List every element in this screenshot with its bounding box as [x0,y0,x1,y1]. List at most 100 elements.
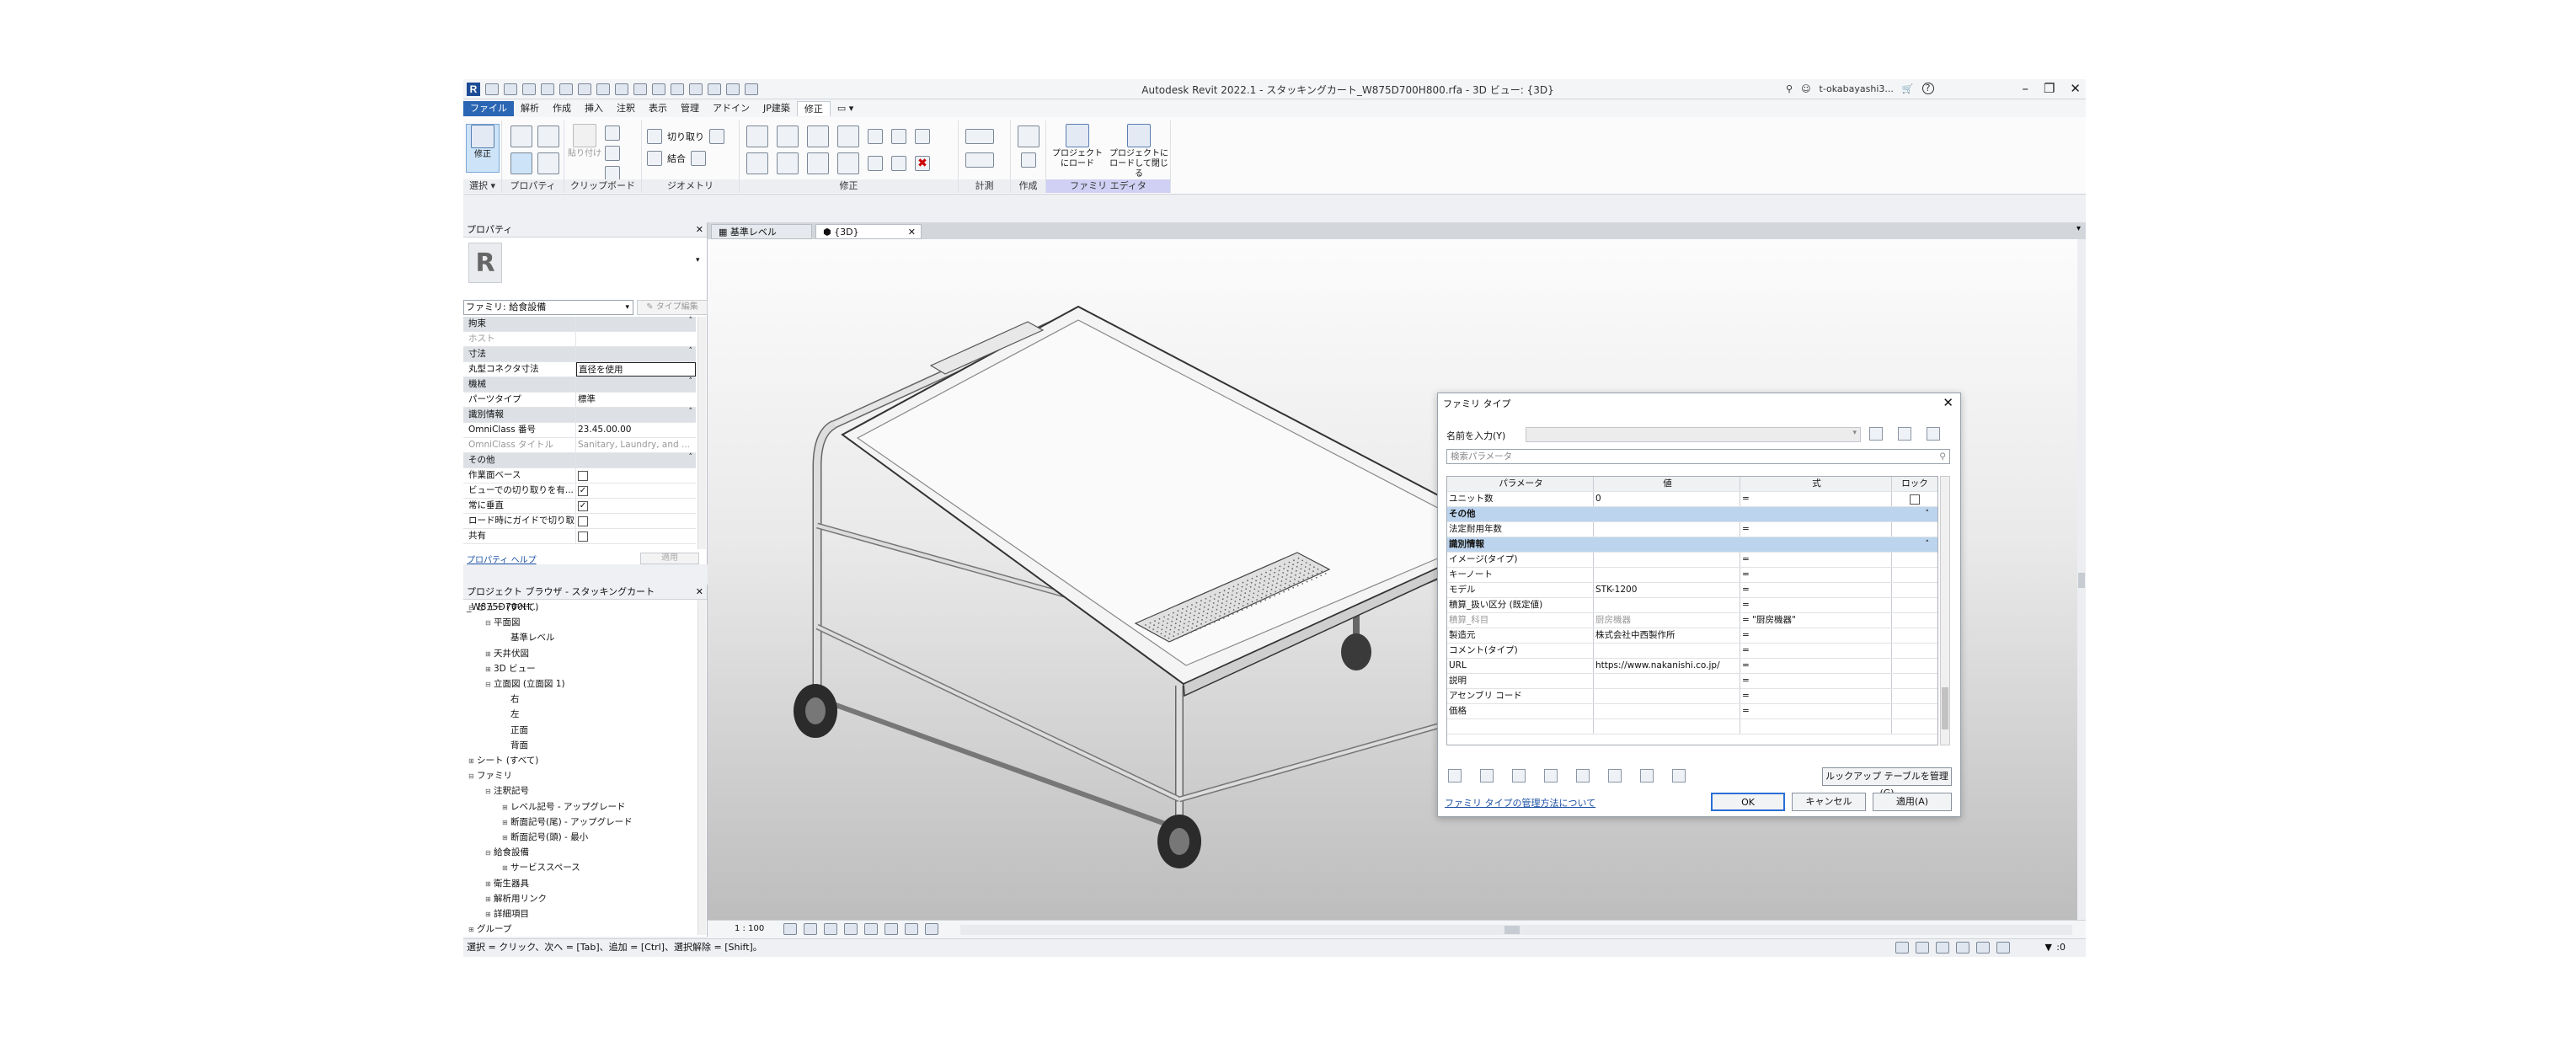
panel-label-select[interactable]: 選択 ▾ [463,179,501,193]
parameter-lock[interactable] [1892,644,1937,658]
search-icon[interactable]: ⚲ [1786,83,1793,94]
delete-icon[interactable]: ✖ [915,156,930,171]
parameter-lock[interactable] [1892,719,1937,734]
expand-icon[interactable]: ⊞ [468,754,477,769]
load-and-close-button[interactable]: プロジェクトにロードして閉じる [1109,124,1169,179]
collapse-icon[interactable]: ⊟ [468,601,477,616]
browser-node[interactable]: 正面 [502,723,528,738]
tab-analyze[interactable]: 解析 [514,101,546,116]
parameter-formula[interactable]: = [1740,522,1892,537]
measure-icon[interactable] [615,83,628,95]
align-icon[interactable] [746,126,768,147]
tab-insert[interactable]: 挿入 [578,101,610,116]
select-by-face-icon[interactable] [1956,942,1969,954]
browser-node[interactable]: ⊞ グループ [468,921,511,937]
parameter-row[interactable]: 積算_科目 厨房機器 = "厨房機器" [1447,613,1937,628]
property-section[interactable]: 機械 ˄ [463,377,696,393]
reveal-hidden-icon[interactable] [925,923,938,935]
parameter-group-row[interactable]: その他 ˄ [1447,507,1937,522]
collapse-section-icon[interactable]: ˄ [689,408,697,422]
property-value[interactable]: 23.45.00.00 [576,423,696,437]
join-geometry-row[interactable]: 結合 [647,151,706,166]
modify-button[interactable]: 修正 [466,124,500,173]
copy-parameter-icon[interactable] [1544,769,1558,783]
properties-help-link[interactable]: プロパティ ヘルプ [467,553,537,565]
browser-scrollbar[interactable] [697,600,706,935]
parameter-value[interactable] [1594,704,1740,718]
unpin-icon[interactable] [915,129,930,144]
cut-geometry-row[interactable]: 切り取り [647,129,724,144]
view-tab-close-icon[interactable]: ✕ [908,225,916,240]
edit-type-button[interactable]: ✎ タイプ編集 [637,300,708,315]
collapse-icon[interactable]: ⊟ [485,846,494,861]
parameter-lock[interactable] [1892,628,1937,643]
parameter-row[interactable]: 説明 = [1447,674,1937,689]
browser-node[interactable]: ⊟ ファミリ [468,768,512,783]
tabs-dropdown-icon[interactable]: ▾ [2076,224,2081,233]
parameter-value[interactable]: 0 [1594,492,1740,506]
home-icon[interactable] [485,83,499,95]
sun-path-icon[interactable] [824,923,837,935]
manage-lookup-tables-button[interactable]: ルックアップ テーブルを管理(G) [1822,767,1952,799]
cancel-button[interactable]: キャンセル [1792,793,1866,811]
delete-parameter-icon[interactable] [1512,769,1526,783]
type-name-combo[interactable]: ▾ [1526,427,1861,442]
parameter-lock[interactable] [1892,522,1937,537]
parameter-formula[interactable] [1740,719,1892,734]
family-types-icon[interactable] [537,152,559,174]
parameter-value[interactable] [1594,644,1740,658]
parameter-formula[interactable]: = [1740,644,1892,658]
parameter-row[interactable]: キーノート = [1447,568,1937,583]
browser-node[interactable]: 基準レベル [502,630,555,645]
parameter-lock[interactable] [1892,583,1937,597]
browser-close-icon[interactable]: ✕ [696,585,703,600]
expand-icon[interactable]: ⊞ [502,815,510,831]
tab-addins[interactable]: アドイン [706,101,756,116]
new-parameter-icon[interactable] [1480,769,1494,783]
print-icon[interactable] [596,83,610,95]
copy-icon[interactable] [605,126,620,141]
browser-node[interactable]: ⊟ 注釈記号 [485,783,529,799]
expand-icon[interactable]: ⊞ [485,877,494,892]
3d-view-icon[interactable] [671,83,684,95]
array-icon[interactable] [868,156,883,171]
create-similar-icon[interactable] [1018,126,1039,147]
expand-icon[interactable]: ⊞ [485,907,494,922]
properties-scrollbar[interactable] [697,317,706,549]
properties-close-icon[interactable]: ✕ [696,222,703,238]
parameter-grid-scrollbar[interactable] [1940,476,1950,745]
parameter-row[interactable]: 積算_扱い区分 (既定値) = [1447,598,1937,613]
parameter-formula[interactable]: = "厨房機器" [1740,613,1892,628]
parameter-row[interactable]: アセンブリ コード = [1447,689,1937,704]
sort-descending-icon[interactable] [1672,769,1686,783]
viewport-scroll-thumb[interactable] [2078,573,2085,588]
expand-icon[interactable]: ⊞ [485,662,494,677]
parameter-row[interactable]: URL https://www.nakanishi.co.jp/= [1447,659,1937,674]
section-icon[interactable] [689,83,703,95]
grid-header-cell[interactable]: パラメータ [1447,477,1594,491]
tab-view[interactable]: 表示 [642,101,674,116]
browser-node[interactable]: ⊞ レベル記号 - アップグレード [502,799,625,815]
undo-icon[interactable] [559,83,573,95]
property-value[interactable] [576,332,696,346]
copy-element-icon[interactable] [777,152,799,174]
family-category-icon[interactable] [537,126,559,147]
collapse-icon[interactable]: ⊟ [485,784,494,799]
browser-node[interactable]: ⊞ 断面記号(頭) - 最小 [502,830,588,845]
geometry-extra-icon[interactable] [709,129,724,144]
text-icon[interactable] [652,83,665,95]
parameter-row[interactable]: ユニット数 0 = [1447,492,1937,507]
collapse-section-icon[interactable]: ˄ [689,317,697,331]
parameter-formula[interactable]: = [1740,583,1892,597]
collapse-group-icon[interactable]: ˄ [1926,507,1938,521]
user-icon[interactable]: ☺ [1801,83,1810,94]
parameter-value[interactable]: 株式会社中西製作所 [1594,628,1740,643]
browser-node[interactable]: ⊞ 解析用リンク [485,891,547,906]
expand-icon[interactable]: ⊞ [502,831,510,846]
edit-parameter-icon[interactable] [1448,769,1462,783]
help-icon[interactable]: ? [1921,83,1934,94]
parameter-value[interactable] [1594,674,1740,688]
expand-icon[interactable]: ⊞ [485,647,494,662]
browser-node[interactable]: ⊟ ビュー (すべて) [468,600,538,615]
browser-node[interactable]: ⊞ 3D ビュー [485,661,536,676]
